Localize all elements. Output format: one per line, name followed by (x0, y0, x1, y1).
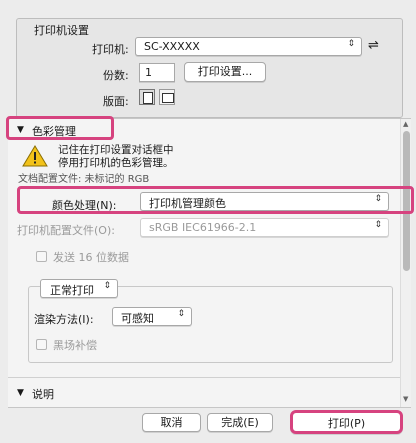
warning-line-2: 停用打印机的色彩管理。 (58, 157, 174, 169)
done-button[interactable]: 完成(E) (207, 413, 273, 432)
print-mode-value: 正常打印 (50, 284, 94, 297)
updown-arrow-icon: ⇕ (374, 220, 382, 230)
printer-settings-title: 打印机设置 (34, 24, 89, 37)
printer-share-icon[interactable]: ⇌ (368, 38, 379, 53)
copies-value: 1 (145, 66, 152, 79)
landscape-layout-icon[interactable] (159, 89, 175, 105)
printer-profile-value: sRGB IEC61966-2.1 (149, 221, 257, 234)
settings-scroll-area[interactable]: ▼ 色彩管理 记住在打印设置对话框中 停用打印机的色彩管理。 文档配置文件: 未… (8, 118, 411, 408)
rendering-select[interactable]: 可感知 ⇕ (112, 307, 192, 326)
print-button[interactable]: 打印(P) (290, 410, 403, 434)
copies-input[interactable]: 1 (139, 63, 175, 82)
rendering-label: 渲染方法(I): (34, 313, 94, 326)
send16-label: 发送 16 位数据 (53, 251, 129, 264)
printer-label: 打印机: (92, 43, 129, 56)
portrait-layout-icon[interactable] (139, 89, 155, 105)
printer-select[interactable]: SC-XXXXX ⇕ (135, 37, 362, 56)
layout-label: 版面: (103, 95, 129, 108)
highlight-color-mgmt (6, 116, 114, 140)
updown-arrow-icon: ⇕ (177, 309, 185, 319)
cancel-button[interactable]: 取消 (142, 413, 201, 432)
printer-select-value: SC-XXXXX (144, 40, 200, 53)
section-divider (8, 377, 400, 378)
vertical-scrollbar[interactable]: ▲ ▼ (400, 119, 411, 407)
description-title: 说明 (32, 388, 54, 401)
printer-profile-label: 打印机配置文件(O): (17, 224, 115, 237)
printer-profile-select: sRGB IEC61966-2.1 ⇕ (140, 218, 389, 237)
disclosure-triangle-icon[interactable]: ▼ (17, 388, 24, 398)
rendering-value: 可感知 (121, 312, 154, 325)
scroll-up-arrow-icon[interactable]: ▲ (403, 120, 408, 128)
print-mode-select[interactable]: 正常打印 ⇕ (40, 279, 118, 298)
warning-icon (22, 145, 48, 167)
bpc-label: 黑场补偿 (53, 339, 97, 352)
updown-arrow-icon: ⇕ (347, 39, 355, 49)
bpc-checkbox (36, 339, 47, 350)
scroll-down-arrow-icon[interactable]: ▼ (403, 395, 408, 403)
copies-label: 份数: (103, 69, 129, 82)
print-settings-button[interactable]: 打印设置... (184, 62, 266, 82)
document-profile: 文档配置文件: 未标记的 RGB (18, 174, 150, 185)
send16-checkbox (36, 251, 47, 262)
updown-arrow-icon: ⇕ (103, 281, 111, 291)
highlight-color-handling (17, 186, 414, 214)
